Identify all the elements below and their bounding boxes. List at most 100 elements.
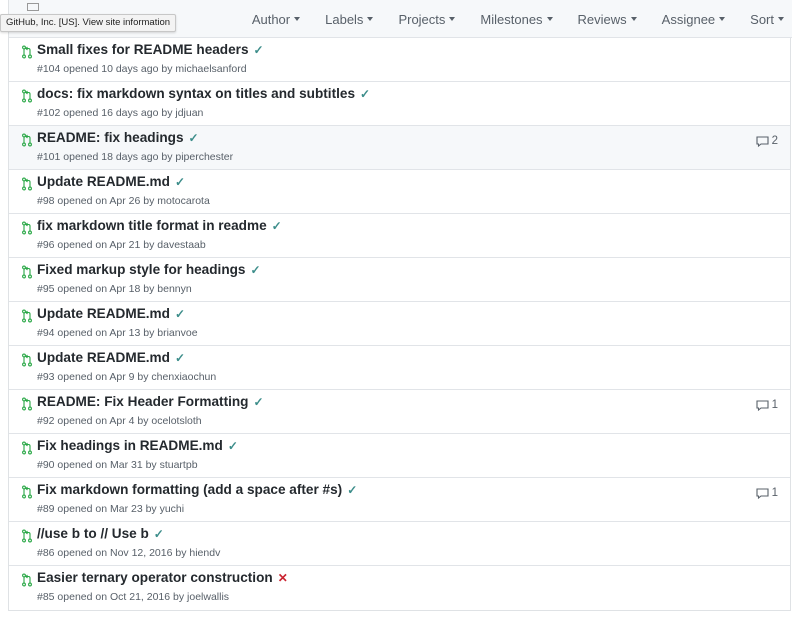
filter-projects-dropdown[interactable]: Projects — [398, 11, 456, 27]
filter-label: Projects — [398, 11, 446, 27]
pull-request-title-link[interactable]: README: Fix Header Formatting ✓ — [37, 394, 264, 409]
git-pull-request-icon — [22, 573, 32, 587]
pull-request-title-link[interactable]: Fix headings in README.md ✓ — [37, 438, 238, 453]
status-check-icon[interactable]: ✓ — [251, 263, 261, 277]
pull-request-row[interactable]: Fix markdown formatting (add a space aft… — [9, 478, 790, 522]
pull-request-row[interactable]: Fixed markup style for headings ✓ #95 open… — [9, 258, 790, 302]
pull-request-title-link[interactable]: Update README.md ✓ — [37, 306, 185, 321]
pull-request-meta: #86 opened on Nov 12, 2016 by hiendv — [37, 547, 221, 559]
filter-label: Labels — [325, 11, 364, 27]
comment-count-link[interactable]: 2 — [756, 135, 778, 147]
status-check-icon[interactable]: ✓ — [254, 43, 264, 57]
pull-request-meta: #95 opened on Apr 18 by bennyn — [37, 283, 192, 295]
comment-count: 2 — [771, 135, 778, 147]
pull-request-row[interactable]: Update README.md ✓ #93 opened on Apr 9 by … — [9, 346, 790, 390]
filter-reviews-dropdown[interactable]: Reviews — [578, 12, 637, 27]
comment-count: 1 — [771, 399, 778, 411]
pull-request-title: Small fixes for README headers — [37, 42, 249, 57]
pull-request-row[interactable]: README: Fix Header Formatting ✓ #92 opened… — [9, 390, 790, 434]
comment-count-link[interactable]: 1 — [756, 399, 778, 411]
filter-label: Reviews — [577, 11, 627, 27]
pull-request-title: fix markdown title format in readme — [37, 218, 267, 233]
pull-request-row[interactable]: //use b to // Use b ✓ #86 opened on Nov 12… — [9, 522, 790, 566]
pull-request-row[interactable]: Easier ternary operator construction ✕ #85… — [9, 566, 790, 610]
pull-request-title: Easier ternary operator construction — [37, 570, 273, 585]
pull-request-title-link[interactable]: README: fix headings ✓ — [37, 130, 199, 145]
filter-sort-dropdown[interactable]: Sort — [750, 12, 784, 27]
filter-label: Assignee — [661, 11, 716, 27]
pull-request-meta: #94 opened on Apr 13 by brianvoe — [37, 327, 198, 339]
pull-request-title: README: Fix Header Formatting — [37, 394, 249, 409]
filter-author-dropdown[interactable]: Author — [252, 12, 301, 27]
pull-request-row[interactable]: fix markdown title format in readme ✓ #96 … — [9, 214, 790, 258]
pull-request-title: Update README.md — [37, 174, 170, 189]
filter-milestones-dropdown[interactable]: Milestones — [480, 11, 553, 27]
pull-request-title: Fix markdown formatting (add a space aft… — [37, 482, 343, 497]
pull-request-title: Update README.md — [37, 350, 170, 365]
pull-request-title-link[interactable]: Update README.md ✓ — [37, 174, 185, 189]
status-check-icon[interactable]: ✓ — [175, 351, 185, 365]
pull-request-title-link[interactable]: Fix markdown formatting (add a space aft… — [37, 482, 357, 497]
pull-request-title-link[interactable]: Update README.md ✓ — [37, 350, 185, 365]
pull-request-meta: #101 opened 18 days ago by piperchester — [37, 151, 234, 163]
status-check-icon[interactable]: ✓ — [189, 131, 199, 145]
filter-label: Milestones — [480, 11, 543, 27]
comment-icon — [756, 399, 769, 411]
filter-label: Sort — [750, 11, 774, 27]
status-check-icon[interactable]: ✓ — [175, 307, 185, 321]
pull-request-meta: #98 opened on Apr 26 by motocarota — [37, 195, 210, 207]
pull-request-title-link[interactable]: docs: fix markdown syntax on titles and … — [37, 86, 370, 101]
git-pull-request-icon — [22, 397, 32, 411]
git-pull-request-icon — [22, 441, 32, 455]
pull-request-title: //use b to // Use b — [37, 526, 149, 541]
comment-icon — [756, 487, 769, 499]
checkbox-icon[interactable] — [27, 3, 39, 11]
pull-request-title-link[interactable]: Easier ternary operator construction ✕ — [37, 570, 288, 585]
caret-down-icon — [449, 17, 456, 21]
pull-request-title: Fix headings in README.md — [37, 438, 223, 453]
pull-request-title: Fixed markup style for headings — [37, 262, 246, 277]
pull-request-title-link[interactable]: Small fixes for README headers ✓ — [37, 42, 264, 57]
git-pull-request-icon — [22, 177, 32, 191]
status-check-icon[interactable]: ✓ — [175, 175, 185, 189]
status-check-icon[interactable]: ✓ — [360, 87, 370, 101]
status-check-icon[interactable]: ✓ — [228, 439, 238, 453]
git-pull-request-icon — [22, 45, 32, 59]
comment-icon — [756, 135, 769, 147]
git-pull-request-icon — [22, 221, 32, 235]
pull-request-meta: #104 opened 10 days ago by michaelsanfor… — [37, 63, 247, 75]
pull-request-row[interactable]: Update README.md ✓ #94 opened on Apr 13 by… — [9, 302, 790, 346]
pull-request-meta: #102 opened 16 days ago by jdjuan — [37, 107, 204, 119]
pull-request-title-link[interactable]: fix markdown title format in readme ✓ — [37, 218, 282, 233]
status-check-icon[interactable]: ✓ — [253, 395, 263, 409]
git-pull-request-icon — [22, 89, 32, 103]
site-info-tooltip: GitHub, Inc. [US]. View site information — [0, 14, 177, 32]
comment-count-link[interactable]: 1 — [756, 487, 778, 499]
pull-request-title-link[interactable]: Fixed markup style for headings ✓ — [37, 262, 261, 277]
pull-request-title: README: fix headings — [37, 130, 184, 145]
pull-request-row[interactable]: docs: fix markdown syntax on titles and … — [9, 82, 790, 126]
status-check-icon[interactable]: ✓ — [154, 527, 164, 541]
filter-labels-dropdown[interactable]: Labels — [325, 11, 374, 27]
pull-request-row[interactable]: Fix headings in README.md ✓ #90 opened on … — [9, 434, 790, 478]
pull-request-meta: #93 opened on Apr 9 by chenxiaochun — [37, 371, 217, 383]
pull-request-list: Author Labels Projects Milestones Reviews Ass… — [8, 0, 792, 611]
caret-down-icon — [546, 17, 553, 21]
comment-count: 1 — [771, 487, 778, 499]
status-check-icon[interactable]: ✓ — [347, 483, 357, 497]
pull-request-row[interactable]: README: fix headings ✓ #101 opened 18 days… — [9, 126, 790, 170]
git-pull-request-icon — [22, 485, 32, 499]
pull-request-row[interactable]: Small fixes for README headers ✓ #104 open… — [9, 38, 790, 82]
filter-assignee-dropdown[interactable]: Assignee — [661, 11, 726, 27]
pull-request-title-link[interactable]: //use b to // Use b ✓ — [37, 526, 164, 541]
pull-request-title: Update README.md — [37, 306, 170, 321]
git-pull-request-icon — [22, 133, 32, 147]
pull-request-meta: #92 opened on Apr 4 by ocelotsloth — [37, 415, 202, 427]
git-pull-request-icon — [22, 529, 32, 543]
caret-down-icon — [719, 17, 726, 21]
pull-request-row[interactable]: Update README.md ✓ #98 opened on Apr 26 by… — [9, 170, 790, 214]
status-check-icon[interactable]: ✓ — [272, 219, 282, 233]
status-x-icon[interactable]: ✕ — [278, 571, 288, 585]
pull-request-meta: #89 opened on Mar 23 by yuchi — [37, 503, 185, 515]
caret-down-icon — [367, 17, 374, 21]
